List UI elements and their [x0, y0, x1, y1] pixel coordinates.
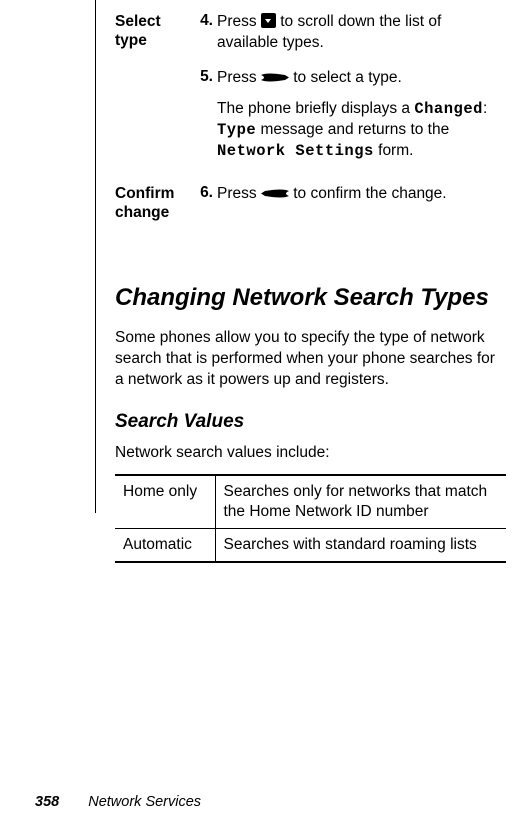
step-confirm-row: Confirm change 6. Press to confirm the c… [115, 182, 506, 235]
step-label-confirm: Confirm change [115, 182, 193, 235]
lcd-text: Changed [414, 100, 483, 118]
text: to select a type. [289, 69, 402, 86]
section-paragraph: Some phones allow you to specify the typ… [115, 328, 506, 391]
step-body: Press to select a type. The phone briefl… [217, 66, 506, 174]
content-column: Select type 4. Press to scroll down the … [95, 10, 506, 563]
scroll-down-icon [261, 13, 276, 28]
text: form. [374, 142, 414, 159]
value-name: Automatic [115, 529, 215, 563]
step-number: 4. [193, 10, 217, 66]
step-body: Press to confirm the change. [217, 182, 506, 235]
value-desc: Searches only for networks that match th… [215, 475, 506, 529]
lcd-text: Network Settings [217, 142, 374, 160]
text: : [483, 100, 487, 117]
step-body: Press to scroll down the list of availab… [217, 10, 506, 66]
section-title: Changing Network Search Types [115, 284, 506, 313]
page-section-name: Network Services [88, 794, 201, 810]
text: Press [217, 69, 261, 86]
text: Press [217, 13, 261, 30]
page-number: 358 [35, 794, 59, 810]
subsection-title: Search Values [115, 411, 506, 433]
text: to confirm the change. [289, 185, 447, 202]
text: The phone briefly displays a [217, 100, 414, 117]
softkey-left-icon [261, 188, 289, 199]
page-footer: 358 Network Services [35, 794, 201, 810]
search-values-table: Home only Searches only for networks tha… [115, 474, 506, 563]
step-number: 5. [193, 66, 217, 174]
step-note: The phone briefly displays a Changed: Ty… [217, 99, 502, 162]
page: Select type 4. Press to scroll down the … [0, 0, 526, 573]
softkey-right-icon [261, 72, 289, 83]
value-desc: Searches with standard roaming lists [215, 529, 506, 563]
lcd-text: Type [217, 121, 256, 139]
table-row: Home only Searches only for networks tha… [115, 475, 506, 529]
step-number: 6. [193, 182, 217, 235]
step-label-select-type: Select type [115, 10, 193, 182]
subsection-intro: Network search values include: [115, 443, 506, 464]
table-row: Automatic Searches with standard roaming… [115, 529, 506, 563]
text: message and returns to the [256, 121, 449, 138]
value-name: Home only [115, 475, 215, 529]
text: Press [217, 185, 261, 202]
step-select-type-row: Select type 4. Press to scroll down the … [115, 10, 506, 66]
step-table: Select type 4. Press to scroll down the … [115, 10, 506, 234]
